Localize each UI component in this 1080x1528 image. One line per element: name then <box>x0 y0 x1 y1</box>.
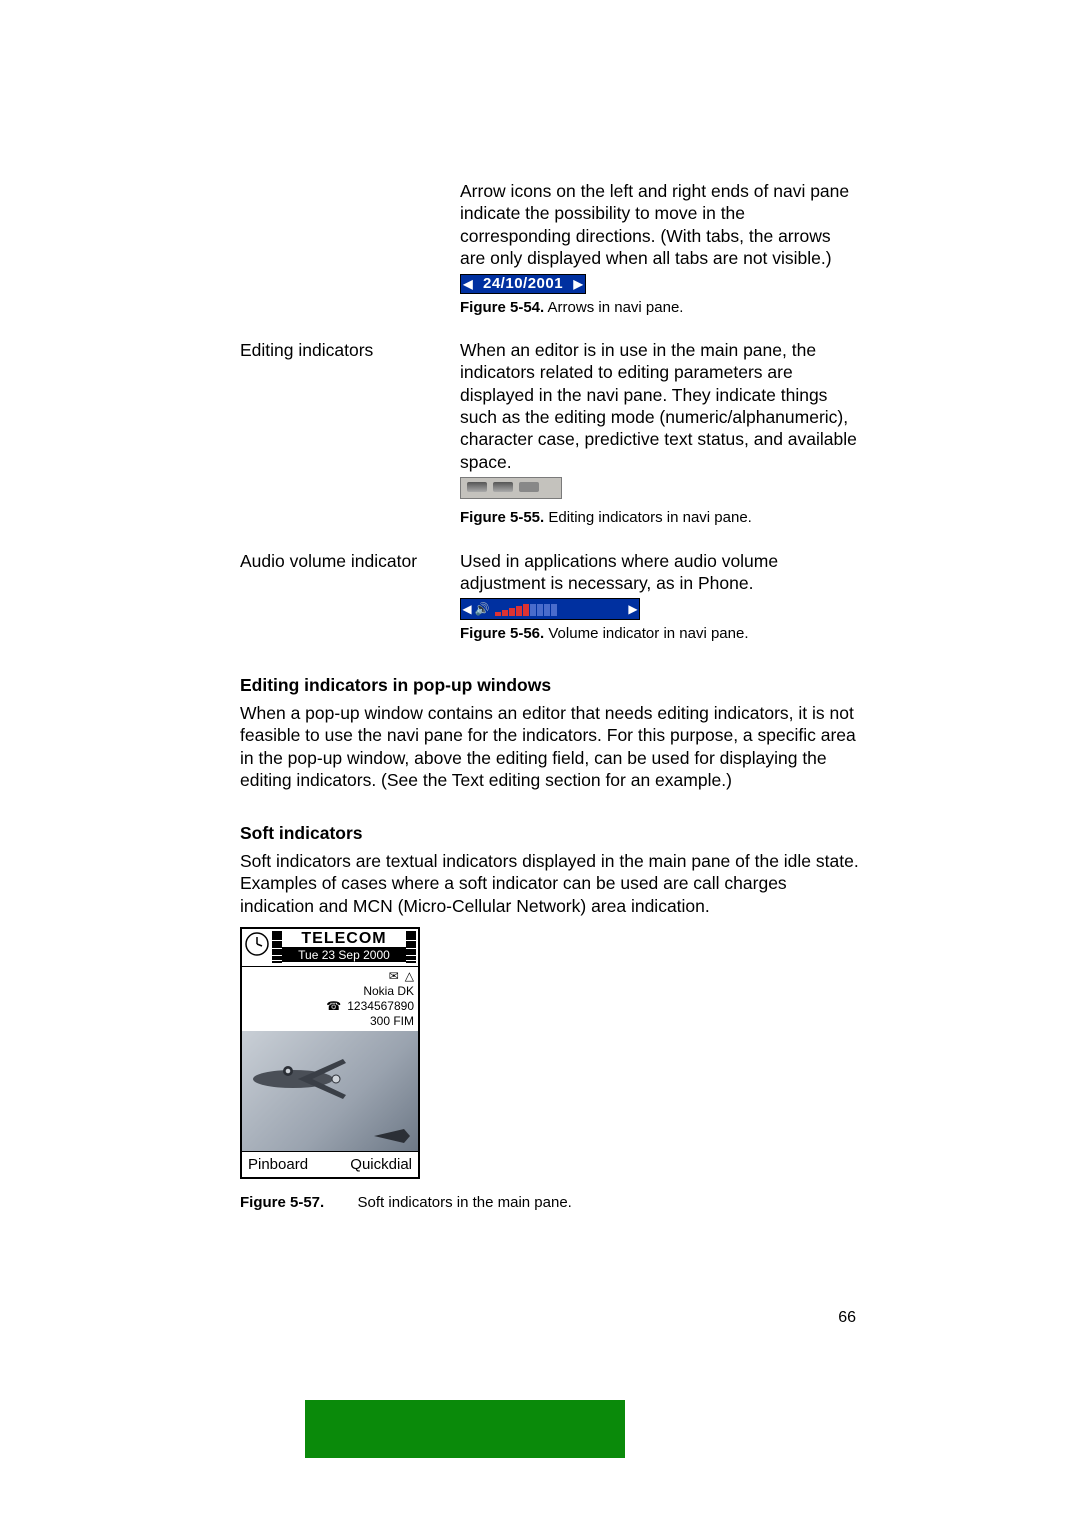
row-arrows-label <box>240 180 460 317</box>
envelope-icon: ✉ <box>389 969 399 984</box>
phone-soft-indicators: ✉ △ Nokia DK ☎ 1234567890 300 FIM <box>242 967 418 1031</box>
body-soft-indicators: Soft indicators are textual indicators d… <box>240 850 860 917</box>
arrows-description: Arrow icons on the left and right ends o… <box>460 180 860 270</box>
figure-5-55-text: Editing indicators in navi pane. <box>548 509 751 526</box>
navi-pane-arrows-figure: ◀ 24/10/2001 ▶ <box>460 274 586 294</box>
arrow-right-icon: ▶ <box>627 602 639 617</box>
heading-popup-editing-indicators: Editing indicators in pop-up windows <box>240 674 860 696</box>
row-audio-volume: Audio volume indicator Used in applicati… <box>240 550 860 644</box>
airplane-icon <box>248 1049 358 1109</box>
arrow-right-icon: ▶ <box>571 275 585 293</box>
phone-softkeys: Pinboard Quickdial <box>242 1151 418 1177</box>
softkey-left: Pinboard <box>248 1155 308 1174</box>
warning-icon: △ <box>405 969 414 984</box>
soft-indicator-line-2: 1234567890 <box>347 999 414 1014</box>
body-popup-editing-indicators: When a pop-up window contains an editor … <box>240 702 860 792</box>
editing-indicators-figure <box>460 477 562 499</box>
row-arrows: Arrow icons on the left and right ends o… <box>240 180 860 317</box>
figure-5-54-text: Arrows in navi pane. <box>548 299 684 316</box>
figure-5-57-label: Figure 5-57. <box>240 1194 324 1211</box>
phone-status-pane: TELECOM Tue 23 Sep 2000 <box>242 929 418 967</box>
soft-indicator-line-1: Nokia DK <box>244 984 414 999</box>
speaker-icon: 🔊 <box>473 602 491 617</box>
clock-icon <box>244 931 270 957</box>
softkey-right: Quickdial <box>350 1155 412 1174</box>
figure-5-54-label: Figure 5-54. <box>460 299 544 316</box>
airplane-small-icon <box>372 1125 412 1147</box>
figure-5-57-text: Soft indicators in the main pane. <box>358 1194 572 1211</box>
volume-segments <box>495 602 557 616</box>
battery-bars-icon <box>406 931 416 963</box>
figure-5-55-label: Figure 5-55. <box>460 509 544 526</box>
figure-5-54-caption: Figure 5-54. Arrows in navi pane. <box>460 298 860 317</box>
phone-screenshot: TELECOM Tue 23 Sep 2000 ✉ △ Nokia DK ☎ 123… <box>240 927 420 1179</box>
phone-datetime: Tue 23 Sep 2000 <box>282 948 406 962</box>
figure-5-56-label: Figure 5-56. <box>460 625 544 642</box>
figure-5-55-caption: Figure 5-55. Editing indicators in navi … <box>460 508 860 527</box>
arrow-left-icon: ◀ <box>461 275 475 293</box>
navi-date: 24/10/2001 <box>475 274 571 293</box>
document-page: Arrow icons on the left and right ends o… <box>0 0 1080 1528</box>
call-icon: ☎ <box>326 999 341 1014</box>
audio-volume-label: Audio volume indicator <box>240 550 460 644</box>
figure-5-56-caption: Figure 5-56. Volume indicator in navi pa… <box>460 624 860 643</box>
figure-5-57-caption: Figure 5-57. Soft indicators in the main… <box>240 1193 860 1212</box>
audio-volume-description: Used in applications where audio volume … <box>460 550 860 595</box>
signal-bars-icon <box>272 931 282 963</box>
editing-indicators-label: Editing indicators <box>240 339 460 528</box>
row-editing-indicators: Editing indicators When an editor is in … <box>240 339 860 528</box>
page-number: 66 <box>838 1308 856 1328</box>
footer-green-bar <box>305 1400 625 1458</box>
figure-5-56-text: Volume indicator in navi pane. <box>548 625 748 642</box>
heading-soft-indicators: Soft indicators <box>240 822 860 844</box>
arrow-left-icon: ◀ <box>461 602 473 617</box>
editing-indicators-description: When an editor is in use in the main pan… <box>460 339 860 473</box>
volume-navi-figure: ◀ 🔊 ▶ <box>460 598 640 620</box>
operator-name: TELECOM <box>282 931 406 948</box>
phone-wallpaper <box>242 1031 418 1151</box>
soft-indicator-line-3: 300 FIM <box>244 1014 414 1029</box>
